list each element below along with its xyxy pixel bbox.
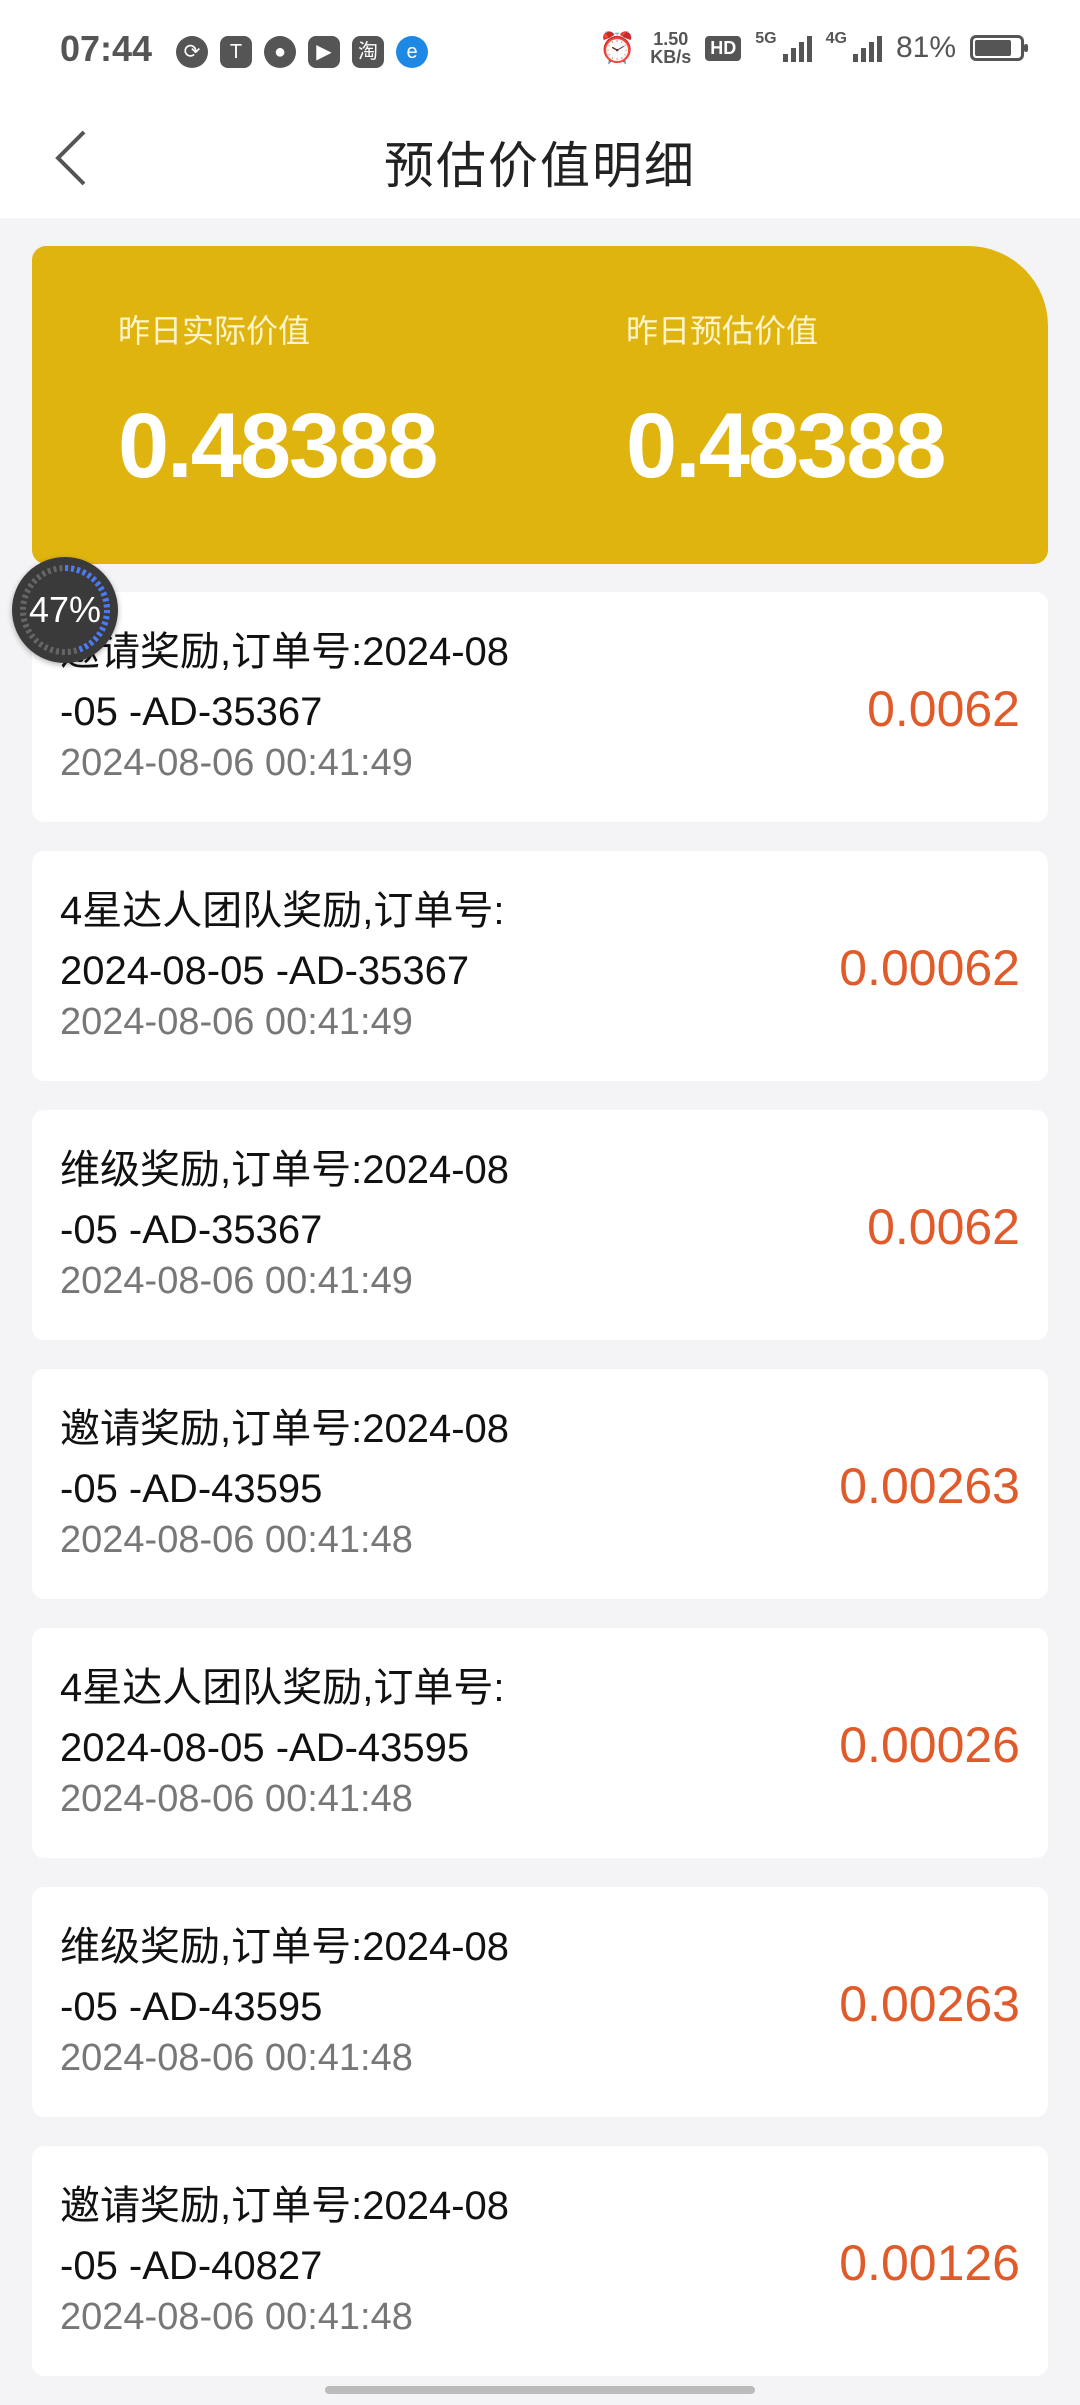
wechat-icon: ● [264,36,296,68]
list-item[interactable]: 维级奖励,订单号:2024-08 -05 -AD-35367 2024-08-0… [32,1110,1048,1340]
status-right: ⏰ 1.50 KB/s HD 5G 4G 81% [598,30,1028,66]
t-app-icon: T [220,36,252,68]
item-title: 邀请奖励,订单号:2024-08 -05 -AD-35367 [60,622,580,742]
item-time: 2024-08-06 00:41:48 [60,1519,413,1561]
item-title-line1: 4星达人团队奖励,订单号: [60,889,505,933]
page-header: 预估价值明细 [0,100,1080,218]
item-time: 2024-08-06 00:41:48 [60,1778,413,1820]
list-item[interactable]: 邀请奖励,订单号:2024-08 -05 -AD-35367 2024-08-0… [32,592,1048,822]
records-list: 邀请奖励,订单号:2024-08 -05 -AD-35367 2024-08-0… [32,592,1048,2405]
actual-value: 0.48388 [118,395,439,497]
item-title-line2: -05 -AD-35367 [60,690,323,734]
list-item[interactable]: 4星达人团队奖励,订单号: 2024-08-05 -AD-43595 2024-… [32,1628,1048,1858]
speed-unit: KB/s [650,47,692,67]
item-time: 2024-08-06 00:41:49 [60,1260,413,1302]
item-title-line2: -05 -AD-43595 [60,1985,323,2029]
item-title-line2: 2024-08-05 -AD-43595 [60,1726,470,1770]
actual-value-block: 昨日实际价值 0.48388 [118,306,439,499]
estimated-value-label: 昨日预估价值 [626,313,819,349]
list-item[interactable]: 4星达人团队奖励,订单号: 2024-08-05 -AD-35367 2024-… [32,851,1048,1081]
item-title-line1: 4星达人团队奖励,订单号: [60,1666,505,1710]
summary-card: 昨日实际价值 0.48388 昨日预估价值 0.48388 [32,246,1048,564]
network-speed: 1.50 KB/s [650,30,691,66]
item-amount: 0.00062 [839,940,1020,996]
item-time: 2024-08-06 00:41:48 [60,2037,413,2079]
signal-5g-icon [782,34,812,62]
taobao-icon: 淘 [352,36,384,68]
item-time: 2024-08-06 00:41:48 [60,2296,413,2338]
item-amount: 0.0062 [867,1199,1020,1255]
battery-icon [970,35,1028,61]
item-title: 邀请奖励,订单号:2024-08 -05 -AD-43595 [60,1399,580,1519]
item-time: 2024-08-06 00:41:49 [60,742,413,784]
item-title-line1: 邀请奖励,订单号:2024-08 [60,2184,510,2228]
list-item[interactable]: 邀请奖励,订单号:2024-08 -05 -AD-43595 2024-08-0… [32,1369,1048,1599]
floating-progress-button[interactable]: 47% [12,557,118,663]
item-title-line1: 维级奖励,订单号:2024-08 [60,1925,510,1969]
status-time: 07:44 [60,28,153,69]
item-title-line1: 邀请奖励,订单号:2024-08 [60,630,510,674]
item-title-line1: 邀请奖励,订单号:2024-08 [60,1407,510,1451]
item-title: 4星达人团队奖励,订单号: 2024-08-05 -AD-35367 [60,881,580,1001]
item-amount: 0.00026 [839,1717,1020,1773]
net-4g-label: 4G [825,30,847,47]
item-title-line2: -05 -AD-40827 [60,2244,323,2288]
status-bar: 07:44 ⟳ T ● ▶ 淘 e ⏰ 1.50 KB/s HD 5G 4G 8… [0,0,1080,100]
list-item[interactable]: 邀请奖励,订单号:2024-08 -05 -AD-40827 2024-08-0… [32,2146,1048,2376]
item-title-line1: 维级奖励,订单号:2024-08 [60,1148,510,1192]
page-title: 预估价值明细 [384,138,696,194]
item-time: 2024-08-06 00:41:49 [60,1001,413,1043]
item-amount: 0.00263 [839,1976,1020,2032]
actual-value-label: 昨日实际价值 [118,313,311,349]
battery-percent: 81% [895,31,956,64]
sync-icon: ⟳ [176,36,208,68]
video-app-icon: ▶ [308,36,340,68]
item-amount: 0.00263 [839,1458,1020,1514]
item-title: 邀请奖励,订单号:2024-08 -05 -AD-40827 [60,2176,580,2296]
item-title-line2: -05 -AD-35367 [60,1208,323,1252]
edge-icon: e [396,36,428,68]
item-title: 4星达人团队奖励,订单号: 2024-08-05 -AD-43595 [60,1658,580,1778]
hd-icon: HD [705,35,742,61]
item-amount: 0.0062 [867,681,1020,737]
net-5g-label: 5G [755,30,777,47]
speed-value: 1.50 [653,29,689,49]
item-amount: 0.00126 [839,2235,1020,2291]
item-title-line2: 2024-08-05 -AD-35367 [60,949,470,993]
home-indicator[interactable] [325,2386,755,2394]
list-item[interactable]: 维级奖励,订单号:2024-08 -05 -AD-43595 2024-08-0… [32,1887,1048,2117]
signal-4g-icon [852,34,882,62]
estimated-value-block: 昨日预估价值 0.48388 [626,306,947,499]
alarm-icon: ⏰ [598,31,637,65]
progress-percent: 47% [28,589,102,630]
notification-icons: ⟳ T ● ▶ 淘 e [176,36,428,68]
item-title: 维级奖励,订单号:2024-08 -05 -AD-43595 [60,1917,580,2037]
estimated-value: 0.48388 [626,395,947,497]
item-title-line2: -05 -AD-43595 [60,1467,323,1511]
item-title: 维级奖励,订单号:2024-08 -05 -AD-35367 [60,1140,580,1260]
